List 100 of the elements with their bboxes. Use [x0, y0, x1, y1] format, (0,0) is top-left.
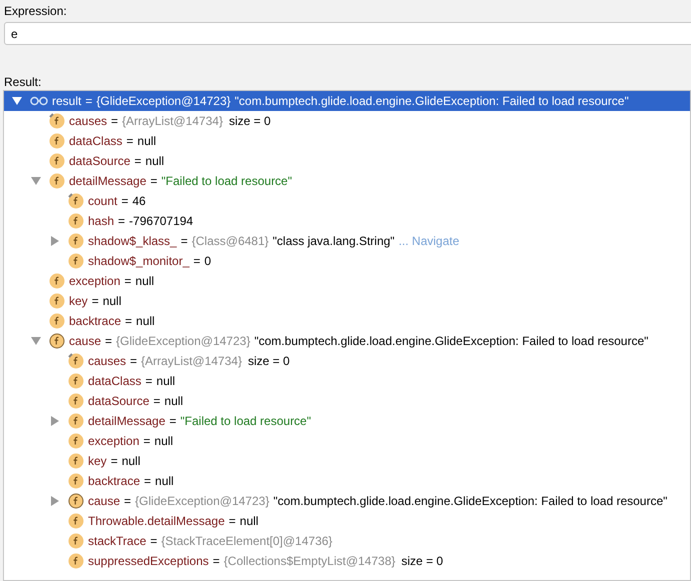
caret-right-icon[interactable]	[50, 416, 60, 426]
equals-sign: =	[110, 453, 118, 470]
object-reference: {Class@6481}	[192, 233, 269, 250]
tree-row[interactable]: shadow$_klass_ = {Class@6481} "class java.lang.String" ... Navigate	[4, 231, 690, 251]
field-icon	[68, 493, 84, 509]
field-icon	[49, 113, 65, 129]
variable-value: null	[136, 313, 155, 330]
field-icon	[68, 193, 84, 209]
tree-row[interactable]: key = null	[4, 291, 690, 311]
tree-row[interactable]: dataClass = null	[4, 371, 690, 391]
tree-row[interactable]: stackTrace = {StackTraceElement[0]@14736}	[4, 531, 690, 551]
equals-sign: =	[145, 373, 152, 390]
tree-row[interactable]: suppressedExceptions = {Collections$EmptyList@14738} size = 0	[4, 551, 690, 571]
variable-value: null	[154, 433, 174, 450]
tree-row[interactable]: shadow$_monitor_ = 0	[4, 251, 690, 271]
caret-down-icon[interactable]	[12, 96, 22, 106]
equals-sign: =	[153, 393, 160, 410]
field-icon	[68, 433, 84, 449]
size-label: size = 0	[401, 553, 444, 570]
variable-name: stackTrace	[88, 533, 146, 550]
caret-right-icon[interactable]	[50, 236, 60, 246]
variable-name: result	[52, 93, 82, 110]
equals-sign: =	[169, 413, 176, 430]
variable-name: detailMessage	[88, 413, 166, 430]
tree-row[interactable]: dataSource = null	[4, 151, 690, 171]
field-icon	[68, 233, 84, 249]
variable-name: cause	[69, 333, 102, 350]
equals-sign: =	[92, 293, 99, 310]
equals-sign: =	[212, 553, 220, 570]
caret-down-icon[interactable]	[31, 336, 41, 346]
variable-name: backtrace	[69, 313, 122, 330]
equals-sign: =	[126, 133, 134, 150]
equals-sign: =	[134, 153, 142, 170]
caret-right-icon[interactable]	[50, 496, 60, 506]
variable-value: null	[164, 393, 184, 410]
variable-value: null	[145, 153, 164, 170]
field-icon	[68, 413, 84, 429]
equals-sign: =	[125, 313, 132, 330]
field-icon	[68, 393, 84, 409]
field-icon	[49, 313, 65, 329]
variable-value: null	[137, 133, 156, 150]
object-reference: {GlideException@14723}	[116, 333, 250, 350]
expression-field[interactable]: e	[4, 22, 691, 45]
expression-label: Expression:	[3, 3, 68, 20]
object-reference: {Collections$EmptyList@14738}	[224, 553, 396, 570]
variable-name: shadow$_klass_	[88, 233, 177, 250]
tree-row[interactable]: exception = null	[4, 271, 690, 291]
tree-row[interactable]: backtrace = null	[4, 471, 690, 491]
tree-row[interactable]: detailMessage = "Failed to load resource"	[4, 411, 690, 431]
variable-name: shadow$_monitor_	[88, 253, 190, 270]
variable-name: hash	[88, 213, 114, 230]
tree-row[interactable]: backtrace = null	[4, 311, 690, 331]
variable-name: exception	[88, 433, 140, 450]
variable-name: causes	[69, 113, 108, 130]
variable-value: null	[155, 473, 174, 490]
field-icon	[68, 473, 84, 489]
field-icon	[49, 273, 65, 289]
variable-value: 0	[204, 253, 212, 270]
tree-row[interactable]: causes = {ArrayList@14734} size = 0	[4, 111, 690, 131]
equals-sign: =	[124, 493, 132, 510]
field-icon	[68, 513, 84, 529]
field-icon	[68, 353, 84, 369]
field-icon	[49, 153, 65, 169]
field-icon	[49, 173, 65, 189]
variable-value: "com.bumptech.glide.load.engine.GlideException: Failed to load resource"	[254, 333, 648, 350]
tree-row[interactable]: dataSource = null	[4, 391, 690, 411]
tree-row[interactable]: hash = -796707194	[4, 211, 690, 231]
caret-down-icon[interactable]	[31, 176, 41, 186]
equals-sign: =	[150, 533, 158, 550]
tree-row[interactable]: cause = {GlideException@14723} "com.bumptech.glide.load.engine.GlideException: Failed to load resource"	[4, 331, 690, 351]
variable-name: dataSource	[88, 393, 150, 410]
variable-name: suppressedExceptions	[88, 553, 209, 570]
tree-row[interactable]: Throwable.detailMessage = null	[4, 511, 690, 531]
equals-sign: =	[85, 93, 92, 110]
field-icon	[68, 553, 84, 569]
field-icon	[68, 533, 84, 549]
variable-value: null	[240, 513, 258, 530]
tree-row[interactable]: result = {GlideException@14723} "com.bumptech.glide.load.engine.GlideException: Failed to load resource"	[4, 91, 690, 111]
tree-row[interactable]: exception = null	[4, 431, 690, 451]
variable-name: backtrace	[88, 473, 140, 490]
field-icon	[49, 333, 65, 349]
variable-name: key	[88, 453, 107, 470]
variable-value: "Failed to load resource"	[161, 173, 292, 190]
object-reference: {GlideException@14723}	[96, 93, 231, 110]
size-label: size = 0	[228, 113, 271, 130]
equals-sign: =	[193, 253, 200, 270]
tree-row[interactable]: cause = {GlideException@14723} "com.bumptech.glide.load.engine.GlideException: Failed to load resource"	[4, 491, 690, 511]
tree-row[interactable]: count = 46	[4, 191, 690, 211]
tree-row[interactable]: detailMessage = "Failed to load resource"	[4, 171, 690, 191]
variable-name: dataClass	[88, 373, 142, 390]
equals-sign: =	[143, 433, 150, 450]
tree-row[interactable]: key = null	[4, 451, 690, 471]
variable-name: count	[88, 193, 118, 210]
variable-value: null	[122, 453, 140, 470]
equals-sign: =	[124, 273, 132, 290]
field-icon	[68, 453, 84, 469]
object-reference: {ArrayList@14734}	[141, 353, 242, 370]
result-label: Result:	[3, 75, 42, 89]
tree-row[interactable]: dataClass = null	[4, 131, 690, 151]
tree-row[interactable]: causes = {ArrayList@14734} size = 0	[4, 351, 690, 371]
